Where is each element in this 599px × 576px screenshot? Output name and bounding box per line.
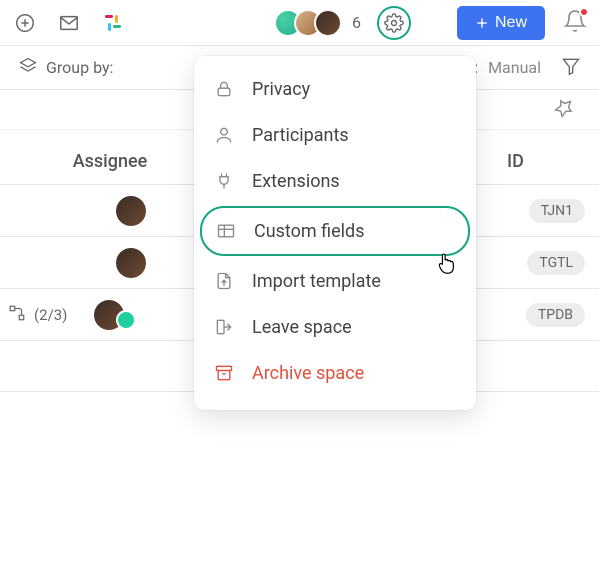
assignee-extra-icon (116, 310, 136, 330)
presence-count: 6 (352, 13, 361, 32)
dropdown-item-import-template[interactable]: Import template (194, 258, 476, 304)
mail-icon[interactable] (56, 10, 82, 36)
assignee-avatar[interactable] (116, 248, 146, 278)
leave-icon (212, 317, 236, 337)
dropdown-item-archive-space[interactable]: Archive space (194, 350, 476, 396)
dropdown-item-extensions[interactable]: Extensions (194, 158, 476, 204)
group-by-label[interactable]: Group by: (46, 58, 113, 77)
dropdown-item-label: Participants (252, 125, 349, 146)
avatar (314, 9, 342, 37)
dropdown-item-label: Privacy (252, 79, 310, 100)
slack-icon[interactable] (100, 10, 126, 36)
table-icon (214, 221, 238, 241)
assignee-avatar[interactable] (116, 196, 146, 226)
subtask-icon (8, 304, 26, 326)
subtask-count: (2/3) (34, 306, 67, 324)
import-icon (212, 271, 236, 291)
dropdown-item-label: Import template (252, 271, 381, 292)
dropdown-item-label: Custom fields (254, 221, 365, 242)
assignee-avatar[interactable] (94, 300, 136, 330)
column-assignee[interactable]: Assignee (0, 151, 200, 172)
settings-dropdown: Privacy Participants Extensions Custom f… (194, 56, 476, 410)
notifications-bell-icon[interactable] (563, 9, 587, 37)
new-button-label: New (495, 14, 527, 32)
new-button[interactable]: New (457, 6, 545, 40)
lock-icon (212, 79, 236, 99)
user-icon (212, 125, 236, 145)
pin-icon[interactable] (553, 97, 575, 123)
settings-gear-icon[interactable] (377, 6, 411, 40)
archive-icon (212, 363, 236, 383)
id-badge: TPDB (526, 303, 585, 327)
id-badge: TJN1 (529, 199, 585, 223)
dropdown-item-participants[interactable]: Participants (194, 112, 476, 158)
plug-icon (212, 171, 236, 191)
dropdown-item-label: Archive space (252, 363, 364, 384)
dropdown-item-label: Leave space (252, 317, 352, 338)
dropdown-item-leave-space[interactable]: Leave space (194, 304, 476, 350)
sort-value[interactable]: Manual (488, 58, 541, 77)
stack-icon (18, 56, 38, 80)
add-icon[interactable] (12, 10, 38, 36)
dropdown-item-custom-fields[interactable]: Custom fields (200, 206, 470, 256)
dropdown-item-privacy[interactable]: Privacy (194, 66, 476, 112)
column-id[interactable]: ID (507, 151, 599, 172)
filter-icon[interactable] (561, 56, 581, 80)
presence-cluster[interactable]: 6 (274, 9, 361, 37)
id-badge: TGTL (527, 251, 585, 275)
dropdown-item-label: Extensions (252, 171, 340, 192)
notification-dot (579, 7, 589, 17)
